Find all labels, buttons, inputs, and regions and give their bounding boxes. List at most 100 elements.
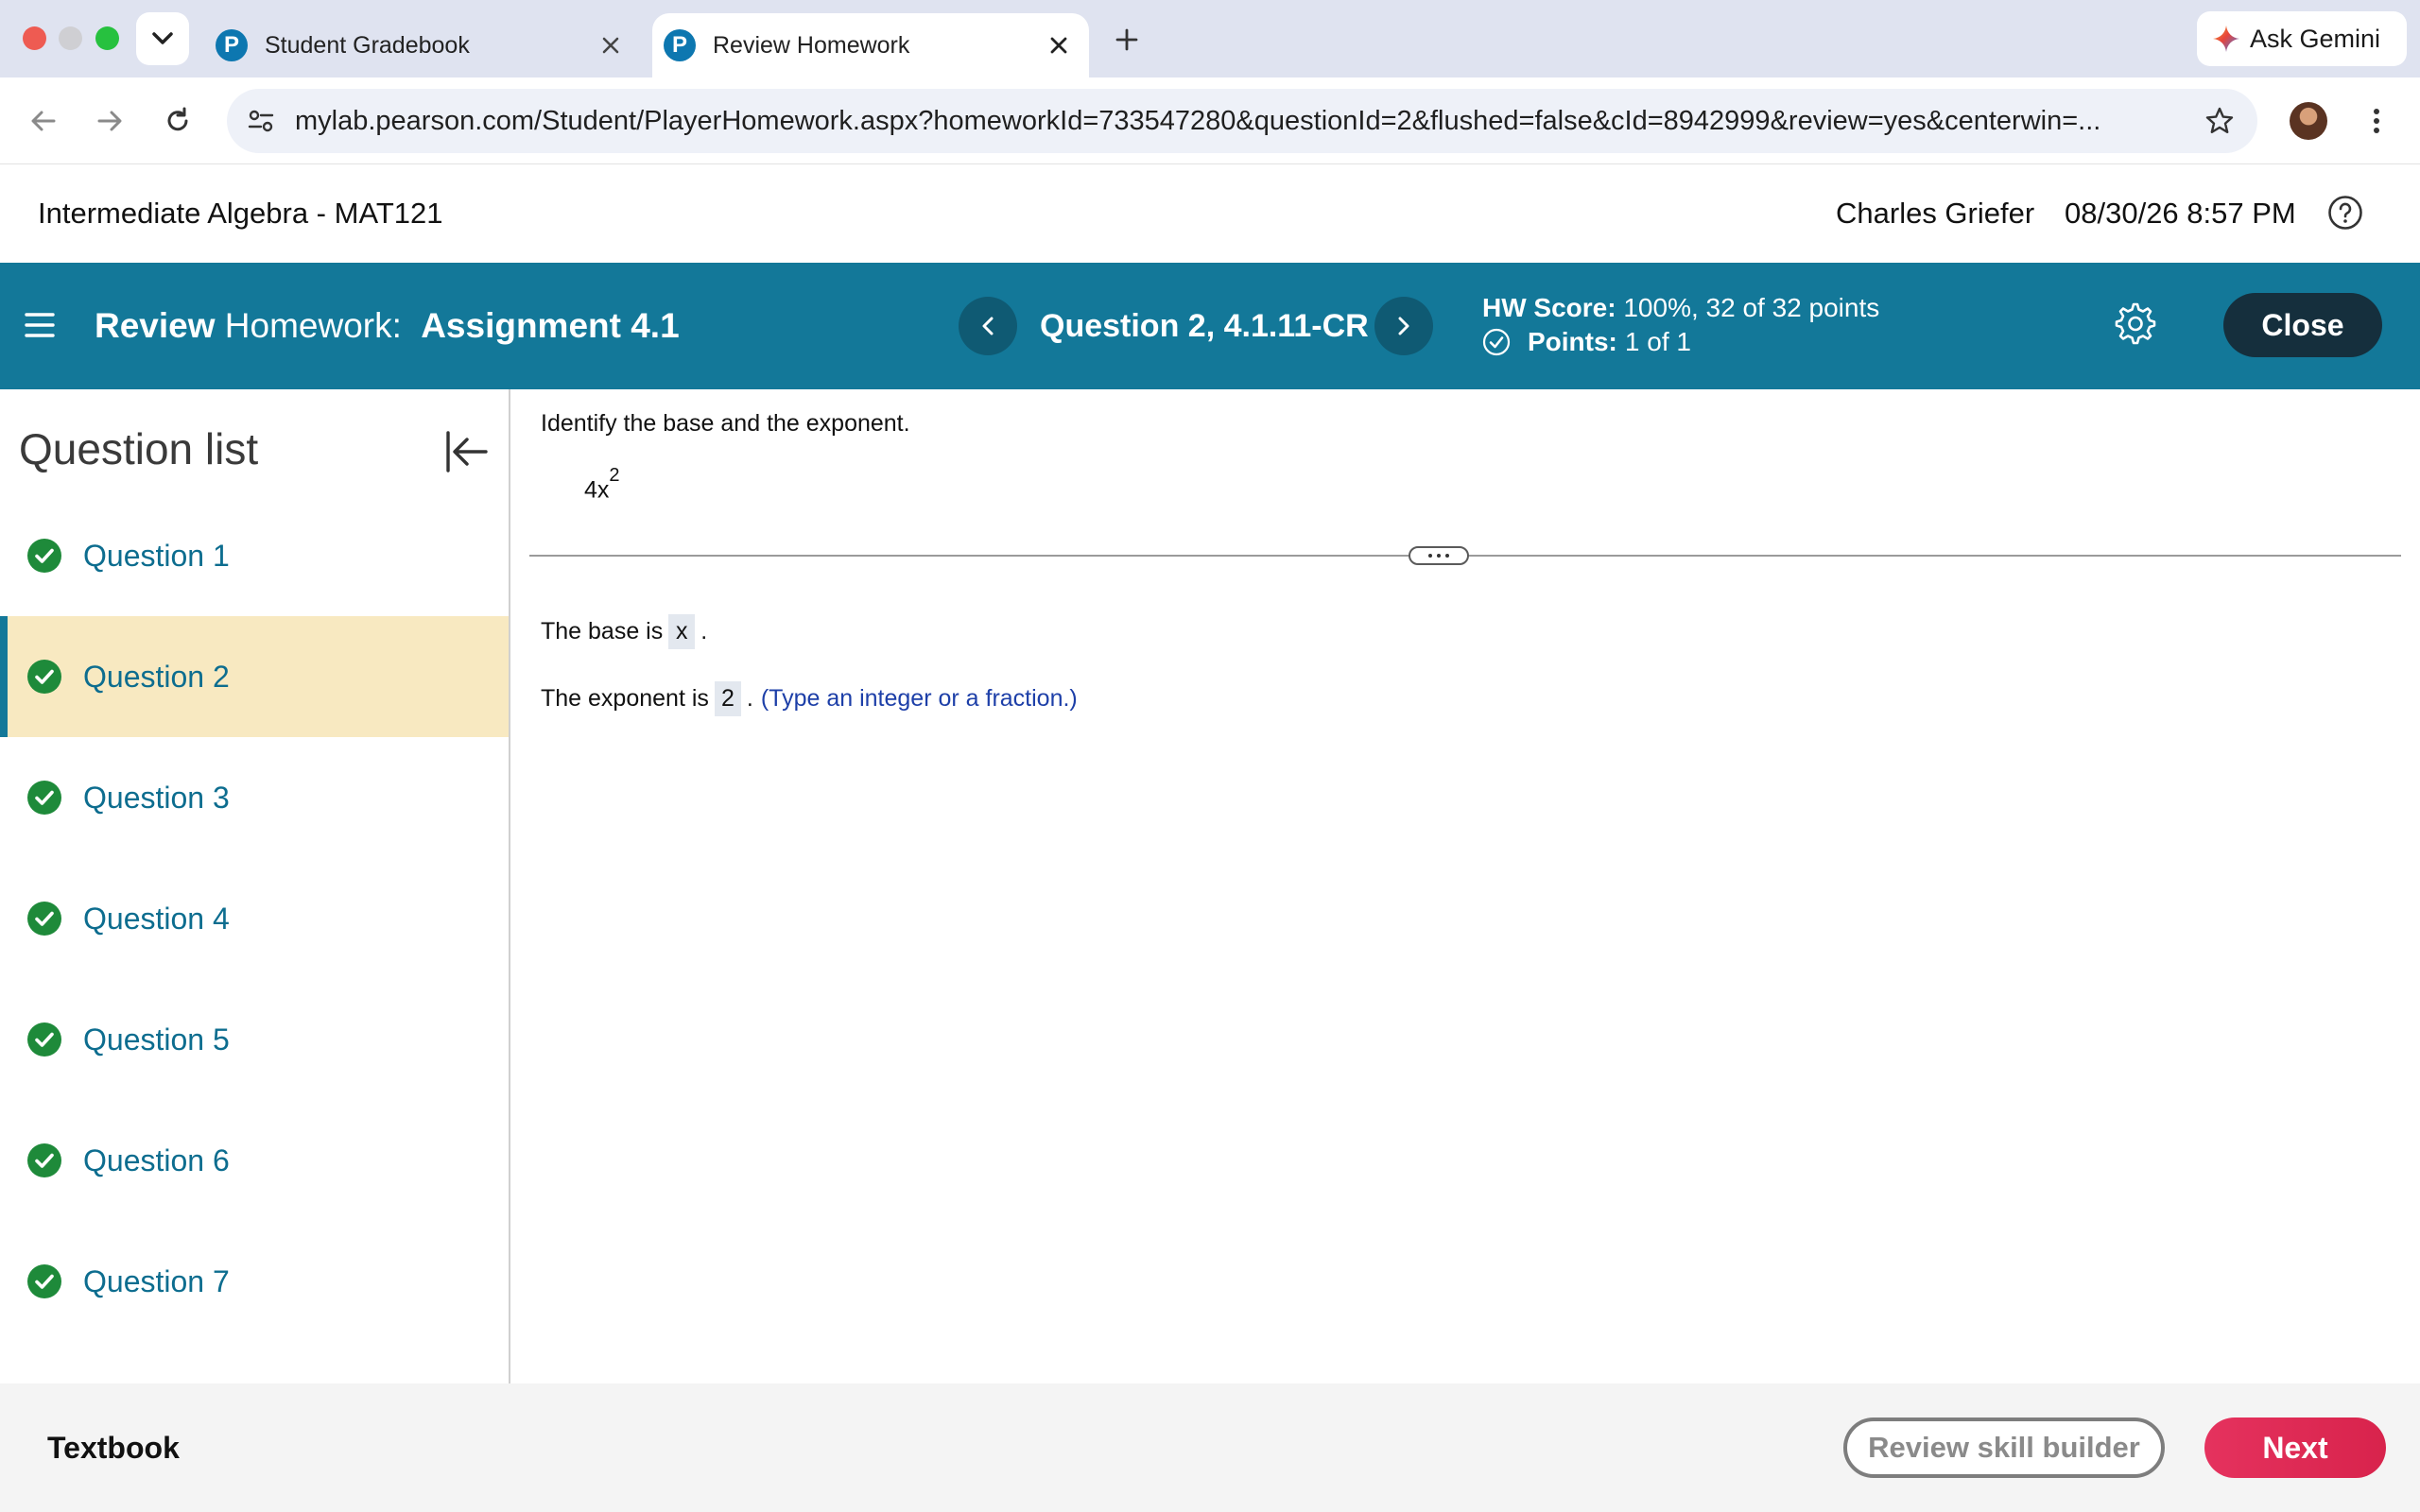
exponent-hint: (Type an integer or a fraction.) [760,685,1078,712]
homework-label: Homework: [224,306,402,345]
ask-gemini-label: Ask Gemini [2250,24,2381,53]
question-prompt: Identify the base and the exponent. [541,410,910,437]
exponent-suffix: . [746,685,753,712]
close-button[interactable]: Close [2223,293,2382,357]
assignment-name: Assignment 4.1 [421,306,680,345]
help-icon[interactable] [2327,195,2363,231]
arrow-right-icon [97,111,122,131]
window-minimize-dot[interactable] [59,26,82,50]
question-list-item-label: Question 5 [83,1022,230,1057]
question-list-item-label: Question 2 [83,659,230,694]
browser-tab-gradebook[interactable]: P Student Gradebook [208,13,641,77]
gemini-sparkle-icon [2213,26,2239,52]
forward-button[interactable] [89,100,130,142]
base-answer-line: The base is x . [541,614,707,649]
points-value: 1 of 1 [1624,327,1691,356]
check-circle-icon [27,1264,61,1298]
check-circle-icon [27,660,61,694]
tab-title: Review Homework [713,31,910,59]
question-list-item-label: Question 3 [83,780,230,815]
textbook-link[interactable]: Textbook [47,1431,180,1466]
question-list-item-label: Question 4 [83,901,230,936]
close-icon[interactable] [592,37,630,54]
question-label: Question 2, 4.1.11-CR [1040,308,1369,344]
reload-icon [167,107,188,131]
question-list-item[interactable]: Question 4 [0,858,509,979]
divider-handle[interactable] [1409,546,1469,565]
base-prefix: The base is [541,618,664,644]
assignment-title: Review Homework: Assignment 4.1 [95,306,680,346]
points-label: Points: [1528,327,1617,356]
exponent-answer-field[interactable]: 2 [714,681,741,716]
assignment-bar: Review Homework: Assignment 4.1 Question… [0,263,2420,389]
close-icon[interactable] [1040,37,1078,54]
check-circle-icon [27,781,61,815]
next-button[interactable]: Next [2204,1418,2386,1478]
more-vertical-icon [2374,109,2379,133]
chevron-right-icon [1398,317,1409,335]
check-circle-icon [27,1022,61,1057]
user-name: Charles Griefer [1836,197,2035,230]
course-title: Intermediate Algebra - MAT121 [38,197,443,230]
star-icon [2205,107,2234,133]
bookmark-star-button[interactable] [2182,106,2257,136]
current-datetime: 08/30/26 8:57 PM [2065,197,2296,230]
question-list-panel: Question list Question 1 Question 2 Questi… [0,389,510,1383]
question-list-item[interactable]: Question 2 [0,616,509,737]
check-circle-icon [1482,328,1511,356]
footer-bar: Textbook Review skill builder Next [0,1383,2420,1512]
base-answer-field[interactable]: x [668,614,696,649]
pearson-favicon-icon: P [216,29,248,61]
browser-menu-button[interactable] [2358,102,2395,140]
expression-exponent: 2 [609,465,620,486]
points: Points: 1 of 1 [1482,327,1691,357]
gear-icon[interactable] [2114,302,2157,346]
question-list-item-label: Question 1 [83,538,230,573]
hw-score-label: HW Score: [1482,293,1616,322]
exponent-prefix: The exponent is [541,685,709,712]
browser-tab-bar: P Student Gradebook P Review Homework As… [0,0,2420,77]
question-list-item[interactable]: Question 6 [0,1100,509,1221]
check-circle-icon [27,902,61,936]
question-list-item[interactable]: Question 3 [0,737,509,858]
course-header: Intermediate Algebra - MAT121 Charles Gr… [0,164,2420,263]
address-bar[interactable]: mylab.pearson.com/Student/PlayerHomework… [227,89,2257,153]
next-question-button[interactable] [1374,297,1433,355]
question-list-item[interactable]: Question 5 [0,979,509,1100]
tab-title: Student Gradebook [265,31,470,59]
ask-gemini-button[interactable]: Ask Gemini [2197,11,2407,66]
collapse-panel-icon[interactable] [442,427,492,476]
question-list-item-label: Question 7 [83,1263,230,1298]
hamburger-menu-icon[interactable] [25,310,55,340]
pearson-favicon-icon: P [664,29,696,61]
review-mode-label: Review [95,306,216,345]
hw-score: HW Score: 100%, 32 of 32 points [1482,293,1879,323]
profile-avatar[interactable] [2290,102,2327,140]
site-settings-icon[interactable] [227,110,295,132]
question-list-item-label: Question 6 [83,1143,230,1177]
base-suffix: . [700,618,708,644]
window-close-dot[interactable] [23,26,46,50]
question-list-title: Question list [19,424,259,473]
question-list-item[interactable]: Question 7 [0,1221,509,1342]
question-list-item[interactable]: Question 1 [0,495,509,616]
exponent-answer-line: The exponent is 2 . (Type an integer or … [541,681,1078,716]
arrow-left-icon [31,111,56,131]
previous-question-button[interactable] [959,297,1017,355]
new-tab-button[interactable] [1108,21,1146,59]
browser-toolbar: mylab.pearson.com/Student/PlayerHomework… [0,77,2420,164]
back-button[interactable] [23,100,64,142]
chevron-down-icon [152,32,173,44]
review-skill-builder-button[interactable]: Review skill builder [1843,1418,2165,1478]
expression-base: 4x [584,476,610,504]
url-text: mylab.pearson.com/Student/PlayerHomework… [295,105,2101,136]
math-expression: 4x2 [584,465,620,504]
hw-score-value: 100%, 32 of 32 points [1623,293,1880,322]
window-zoom-dot[interactable] [95,26,119,50]
tab-search-button[interactable] [136,12,189,65]
browser-tab-review-homework[interactable]: P Review Homework [652,13,1089,77]
chevron-left-icon [982,317,994,335]
check-circle-icon [27,539,61,573]
check-circle-icon [27,1143,61,1177]
reload-button[interactable] [157,100,199,142]
